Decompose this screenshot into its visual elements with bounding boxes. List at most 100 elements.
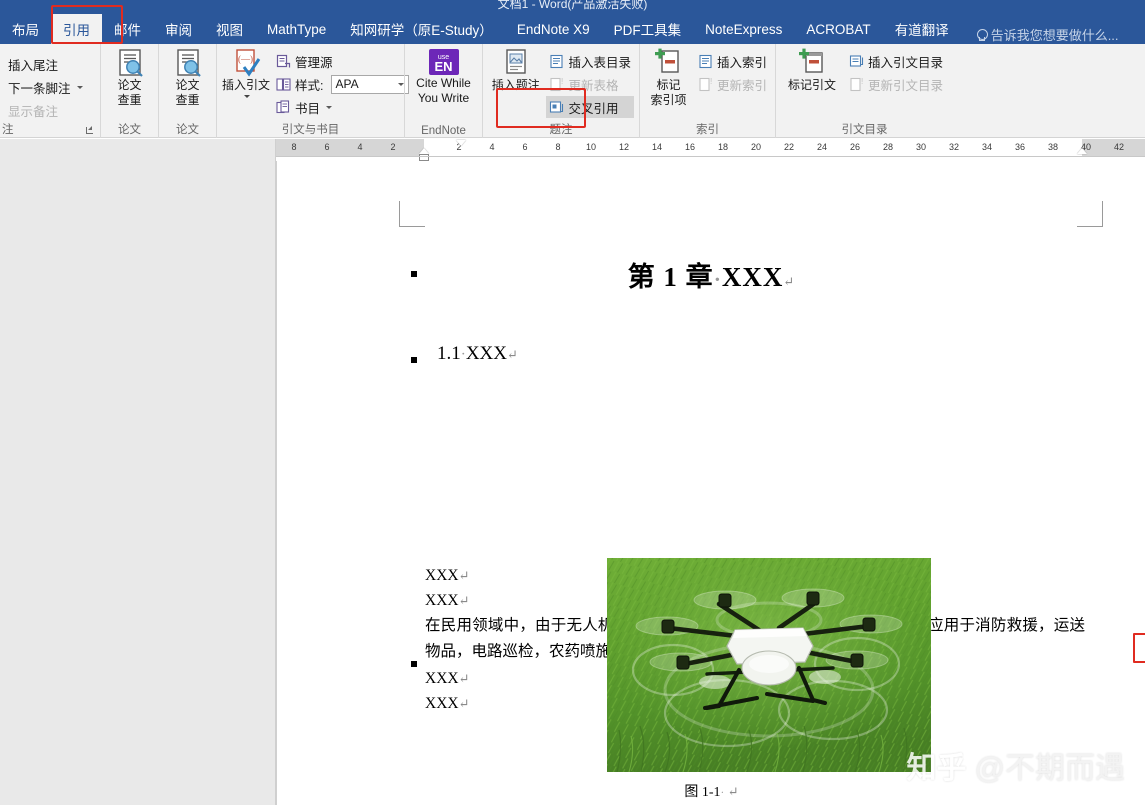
endnote-logo-icon: useEN bbox=[429, 49, 459, 75]
ruler-tick: 30 bbox=[916, 142, 926, 153]
insert-table-of-authorities-button[interactable]: 插入引文目录 bbox=[846, 50, 946, 72]
update-index-label: 更新索引 bbox=[717, 75, 767, 94]
ruler-tick: 24 bbox=[817, 142, 827, 153]
heading-2[interactable]: 1.1·XXX↵ bbox=[437, 343, 518, 365]
next-footnote-button[interactable]: 下一条脚注 bbox=[5, 76, 86, 98]
title-bar: 文档1 - Word(产品激活失败) 布局 引用 邮件 审阅 视图 MathTy… bbox=[0, 0, 1145, 44]
placeholder-text: XXX bbox=[425, 592, 459, 609]
heading-1-text: XXX bbox=[722, 262, 784, 292]
footnotes-dialog-launcher[interactable] bbox=[85, 125, 96, 136]
manage-sources-label: 管理源 bbox=[295, 52, 333, 71]
mark-citation-button[interactable]: 标记引文 bbox=[781, 47, 843, 93]
placeholder-line[interactable]: XXX↵ bbox=[425, 666, 470, 691]
paper-check-label-line2: 查重 bbox=[175, 94, 199, 108]
placeholder-text: XXX bbox=[425, 670, 459, 687]
paragraph-mark: ↵ bbox=[728, 784, 739, 799]
ruler-tick: 20 bbox=[751, 142, 761, 153]
ruler-tick: 22 bbox=[784, 142, 794, 153]
paper-check-icon bbox=[115, 48, 145, 78]
tell-me-placeholder: 告诉我您想要做什么... bbox=[991, 25, 1119, 44]
tab-cnki-estudy[interactable]: 知网研学（原E-Study） bbox=[338, 14, 505, 44]
placeholder-text: XXX bbox=[425, 695, 459, 712]
update-index-icon: ! bbox=[698, 77, 713, 92]
tab-pdf-toolkit[interactable]: PDF工具集 bbox=[602, 14, 694, 44]
mark-entry-label-line1: 标记 bbox=[656, 79, 680, 93]
chevron-down-icon bbox=[398, 83, 404, 86]
tab-review[interactable]: 审阅 bbox=[153, 14, 204, 44]
tab-layout[interactable]: 布局 bbox=[0, 14, 51, 44]
ribbon: 插入尾注 下一条脚注 显示备注 注 bbox=[0, 44, 1145, 138]
ribbon-group-paper-check-2: 论文 查重 论文 bbox=[158, 44, 216, 138]
citation-style-select[interactable]: APA bbox=[331, 75, 409, 94]
document-page[interactable]: 第 1 章·XXX↵ 1.1·XXX↵ XXX↵ XXX↵ 在民用领域中，由于无… bbox=[276, 161, 1145, 805]
ruler-tick: 8 bbox=[291, 142, 296, 153]
paper-check-button-2[interactable]: 论文 查重 bbox=[164, 47, 211, 107]
tab-youdao-translate[interactable]: 有道翻译 bbox=[883, 14, 961, 44]
tab-mailings[interactable]: 邮件 bbox=[102, 14, 153, 44]
ruler-tick: 36 bbox=[1015, 142, 1025, 153]
insert-table-of-figures-button[interactable]: 插入表目录 bbox=[546, 50, 634, 72]
tab-endnote-x9[interactable]: EndNote X9 bbox=[505, 14, 602, 44]
insert-citation-button[interactable]: (—) 插入引文 bbox=[222, 47, 270, 98]
heading-2-prefix: 1.1 bbox=[437, 343, 461, 364]
margin-mark-top-left bbox=[399, 201, 425, 227]
show-notes-button[interactable]: 显示备注 bbox=[5, 99, 86, 121]
drone-photo-image bbox=[607, 558, 931, 772]
heading-1[interactable]: 第 1 章·XXX↵ bbox=[277, 255, 1145, 294]
ruler-tick: 28 bbox=[883, 142, 893, 153]
word-application-window: 文档1 - Word(产品激活失败) 布局 引用 邮件 审阅 视图 MathTy… bbox=[0, 0, 1145, 805]
update-table-button[interactable]: ! 更新表格 bbox=[546, 73, 634, 95]
insert-caption-button[interactable]: 插入题注 bbox=[488, 47, 543, 93]
cross-reference-button[interactable]: 交叉引用 bbox=[546, 96, 634, 118]
cite-while-you-write-button[interactable]: useEN Cite While You Write bbox=[411, 49, 477, 105]
drone-photo[interactable] bbox=[607, 558, 931, 772]
mark-entry-button[interactable]: 标记 索引项 bbox=[645, 47, 692, 107]
ruler-tick: 8 bbox=[555, 142, 560, 153]
tab-acrobat[interactable]: ACROBAT bbox=[794, 14, 882, 44]
tab-noteexpress[interactable]: NoteExpress bbox=[693, 14, 794, 44]
insert-table-of-authorities-icon bbox=[849, 54, 864, 69]
insert-index-button[interactable]: 插入索引 bbox=[695, 50, 770, 72]
citation-style-row[interactable]: 样式: APA bbox=[273, 73, 411, 95]
heading-1-prefix: 第 1 章 bbox=[628, 262, 714, 292]
cwyw-label-line1: Cite While bbox=[416, 77, 471, 90]
update-table-of-authorities-button[interactable]: ! 更新引文目录 bbox=[846, 73, 946, 95]
mark-citation-label: 标记引文 bbox=[788, 79, 836, 93]
insert-citation-label: 插入引文 bbox=[222, 79, 270, 93]
figure-container[interactable] bbox=[607, 558, 931, 772]
group-label-index: 索引 bbox=[640, 121, 775, 137]
mark-entry-label-line2: 索引项 bbox=[650, 94, 686, 108]
tab-view[interactable]: 视图 bbox=[204, 14, 255, 44]
figure-caption[interactable]: 图 1-1· ↵ bbox=[277, 781, 1145, 801]
placeholder-line[interactable]: XXX↵ bbox=[425, 588, 470, 613]
bibliography-button[interactable]: 书目 bbox=[273, 96, 411, 118]
update-table-of-authorities-icon: ! bbox=[849, 77, 864, 92]
mark-entry-icon bbox=[653, 48, 683, 78]
paper-check-button-1[interactable]: 论文 查重 bbox=[106, 47, 153, 107]
citation-style-label: 样式: bbox=[295, 75, 323, 94]
update-table-of-authorities-label: 更新引文目录 bbox=[868, 75, 943, 94]
first-line-indent-marker[interactable] bbox=[456, 140, 466, 146]
document-canvas[interactable]: 第 1 章·XXX↵ 1.1·XXX↵ XXX↵ XXX↵ 在民用领域中，由于无… bbox=[276, 161, 1145, 805]
placeholder-line[interactable]: XXX↵ bbox=[425, 691, 470, 716]
tell-me-search[interactable]: 告诉我您想要做什么... bbox=[961, 25, 1119, 44]
chevron-down-icon bbox=[77, 86, 83, 89]
cwyw-label-line2: You Write bbox=[418, 92, 469, 105]
tab-references[interactable]: 引用 bbox=[51, 14, 102, 44]
svg-text:(—): (—) bbox=[238, 54, 253, 64]
style-icon bbox=[276, 77, 291, 92]
window-title: 文档1 - Word(产品激活失败) bbox=[0, 0, 1145, 11]
ribbon-group-paper-check-1: 论文 查重 论文 bbox=[100, 44, 158, 138]
paragraph-mark: ↵ bbox=[783, 274, 795, 289]
tab-mathtype[interactable]: MathType bbox=[255, 14, 338, 44]
update-index-button[interactable]: ! 更新索引 bbox=[695, 73, 770, 95]
manage-sources-button[interactable]: 管理源 bbox=[273, 50, 411, 72]
ruler-tick: 16 bbox=[685, 142, 695, 153]
ribbon-group-endnote: useEN Cite While You Write EndNote bbox=[404, 44, 482, 138]
right-indent-marker[interactable] bbox=[1077, 148, 1087, 154]
paper-check-label-line2: 查重 bbox=[117, 94, 141, 108]
insert-endnote-button[interactable]: 插入尾注 bbox=[5, 53, 86, 75]
paragraph-mark: ↵ bbox=[459, 593, 470, 608]
horizontal-ruler[interactable]: 8 6 4 2 2 4 6 8 10 12 14 16 18 20 22 24 … bbox=[276, 139, 1145, 161]
placeholder-line[interactable]: XXX↵ bbox=[425, 563, 470, 588]
